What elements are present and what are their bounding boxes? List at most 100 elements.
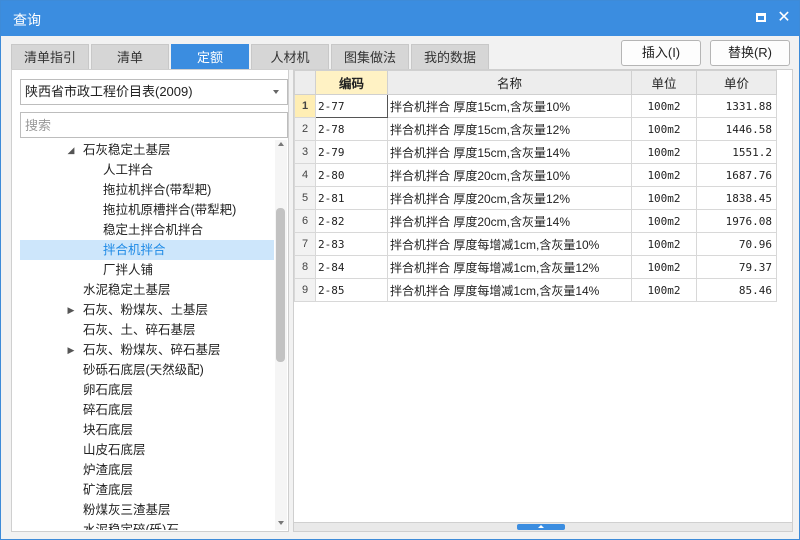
maximize-icon[interactable]: [753, 10, 769, 26]
table-row[interactable]: 4 2-80 拌合机拌合 厚度20cm,含灰量10% 100m2 1687.76: [294, 163, 777, 187]
price-cell[interactable]: 1331.88: [696, 94, 777, 118]
name-cell[interactable]: 拌合机拌合 厚度每增减1cm,含灰量10%: [387, 232, 632, 256]
tab-quota[interactable]: 定额: [171, 44, 249, 70]
tree-item[interactable]: 石灰、土、碎石基层: [20, 320, 274, 340]
tree-item[interactable]: ▶ 石灰、粉煤灰、土基层: [20, 300, 274, 320]
tree-item[interactable]: 碎石底层: [20, 400, 274, 420]
table-row[interactable]: 9 2-85 拌合机拌合 厚度每增减1cm,含灰量14% 100m2 85.46: [294, 278, 777, 302]
table-row[interactable]: 3 2-79 拌合机拌合 厚度15cm,含灰量14% 100m2 1551.2: [294, 140, 777, 164]
price-cell[interactable]: 85.46: [696, 278, 777, 302]
tree-item[interactable]: 块石底层: [20, 420, 274, 440]
unit-cell[interactable]: 100m2: [631, 117, 697, 141]
code-cell[interactable]: 2-84: [315, 255, 388, 279]
tree-scrollbar-thumb[interactable]: [276, 208, 285, 362]
tab-bill-guide[interactable]: 清单指引: [11, 44, 89, 70]
tree-item[interactable]: 厂拌人铺: [20, 260, 274, 280]
row-number-cell[interactable]: 6: [294, 209, 316, 233]
tab-atlas-method[interactable]: 图集做法: [331, 44, 409, 70]
name-cell[interactable]: 拌合机拌合 厚度15cm,含灰量10%: [387, 94, 632, 118]
tree-item[interactable]: 稳定土拌合机拌合: [20, 220, 274, 240]
tree-item[interactable]: 拖拉机原槽拌合(带犁耙): [20, 200, 274, 220]
tree-item[interactable]: 山皮石底层: [20, 440, 274, 460]
code-cell[interactable]: 2-80: [315, 163, 388, 187]
table-row[interactable]: 5 2-81 拌合机拌合 厚度20cm,含灰量12% 100m2 1838.45: [294, 186, 777, 210]
name-cell[interactable]: 拌合机拌合 厚度15cm,含灰量12%: [387, 117, 632, 141]
collapse-grip-icon[interactable]: [517, 524, 565, 530]
name-cell[interactable]: 拌合机拌合 厚度20cm,含灰量14%: [387, 209, 632, 233]
name-cell[interactable]: 拌合机拌合 厚度每增减1cm,含灰量14%: [387, 278, 632, 302]
tree-item[interactable]: 粉煤灰三渣基层: [20, 500, 274, 520]
code-cell[interactable]: 2-85: [315, 278, 388, 302]
table-row[interactable]: 7 2-83 拌合机拌合 厚度每增减1cm,含灰量10% 100m2 70.96: [294, 232, 777, 256]
title-bar[interactable]: 查询 ✕: [1, 1, 799, 36]
name-cell[interactable]: 拌合机拌合 厚度每增减1cm,含灰量12%: [387, 255, 632, 279]
collapsed-arrow-icon[interactable]: ▶: [66, 300, 76, 320]
unit-cell[interactable]: 100m2: [631, 140, 697, 164]
table-row[interactable]: 1 2-77 拌合机拌合 厚度15cm,含灰量10% 100m2 1331.88: [294, 94, 777, 118]
tab-bill[interactable]: 清单: [91, 44, 169, 70]
price-cell[interactable]: 1446.58: [696, 117, 777, 141]
price-cell[interactable]: 70.96: [696, 232, 777, 256]
code-cell[interactable]: 2-81: [315, 186, 388, 210]
code-cell[interactable]: 2-79: [315, 140, 388, 164]
tab-my-data[interactable]: 我的数据: [411, 44, 489, 70]
row-number-cell[interactable]: 3: [294, 140, 316, 164]
table-row[interactable]: 8 2-84 拌合机拌合 厚度每增减1cm,含灰量12% 100m2 79.37: [294, 255, 777, 279]
tree-item[interactable]: ◢ 石灰稳定土基层: [20, 140, 274, 160]
name-cell[interactable]: 拌合机拌合 厚度20cm,含灰量10%: [387, 163, 632, 187]
tree-item[interactable]: 水泥稳定土基层: [20, 280, 274, 300]
unit-cell[interactable]: 100m2: [631, 94, 697, 118]
row-number-cell[interactable]: 9: [294, 278, 316, 302]
row-number-cell[interactable]: 7: [294, 232, 316, 256]
name-cell[interactable]: 拌合机拌合 厚度20cm,含灰量12%: [387, 186, 632, 210]
tree-item[interactable]: 拌合机拌合: [20, 240, 274, 260]
table-row[interactable]: 2 2-78 拌合机拌合 厚度15cm,含灰量12% 100m2 1446.58: [294, 117, 777, 141]
close-icon[interactable]: ✕: [776, 10, 792, 26]
tab-labor-material-machine[interactable]: 人材机: [251, 44, 329, 70]
grid-horizontal-scrollbar[interactable]: [294, 522, 792, 531]
unit-cell[interactable]: 100m2: [631, 232, 697, 256]
tree-item[interactable]: 炉渣底层: [20, 460, 274, 480]
header-price[interactable]: 单价: [696, 70, 777, 95]
price-cell[interactable]: 79.37: [696, 255, 777, 279]
price-cell[interactable]: 1687.76: [696, 163, 777, 187]
code-cell[interactable]: 2-78: [315, 117, 388, 141]
tree-item[interactable]: 砂砾石底层(天然级配): [20, 360, 274, 380]
name-cell[interactable]: 拌合机拌合 厚度15cm,含灰量14%: [387, 140, 632, 164]
row-number-cell[interactable]: 5: [294, 186, 316, 210]
tree-item[interactable]: ▶ 石灰、粉煤灰、碎石基层: [20, 340, 274, 360]
insert-button[interactable]: 插入(I): [621, 40, 701, 66]
row-number-cell[interactable]: 4: [294, 163, 316, 187]
code-cell[interactable]: 2-83: [315, 232, 388, 256]
tree-item[interactable]: 人工拌合: [20, 160, 274, 180]
code-cell[interactable]: 2-82: [315, 209, 388, 233]
unit-cell[interactable]: 100m2: [631, 278, 697, 302]
price-cell[interactable]: 1976.08: [696, 209, 777, 233]
unit-cell[interactable]: 100m2: [631, 186, 697, 210]
scroll-up-icon[interactable]: [278, 142, 284, 146]
header-code[interactable]: 编码: [315, 70, 388, 95]
unit-cell[interactable]: 100m2: [631, 163, 697, 187]
expanded-arrow-icon[interactable]: ◢: [66, 140, 76, 160]
unit-cell[interactable]: 100m2: [631, 209, 697, 233]
code-cell[interactable]: 2-77: [315, 94, 388, 118]
price-table-select[interactable]: 陕西省市政工程价目表(2009): [20, 79, 288, 105]
tree-item[interactable]: 卵石底层: [20, 380, 274, 400]
resize-grip-icon[interactable]: [791, 531, 799, 539]
tree-item[interactable]: 水泥稳定碎(砾)石: [20, 520, 274, 530]
header-name[interactable]: 名称: [387, 70, 632, 95]
collapsed-arrow-icon[interactable]: ▶: [66, 340, 76, 360]
scroll-down-icon[interactable]: [278, 521, 284, 525]
tree-item[interactable]: 拖拉机拌合(带犁耙): [20, 180, 274, 200]
table-row[interactable]: 6 2-82 拌合机拌合 厚度20cm,含灰量14% 100m2 1976.08: [294, 209, 777, 233]
row-number-cell[interactable]: 2: [294, 117, 316, 141]
search-input[interactable]: [20, 112, 288, 138]
tree-item[interactable]: 矿渣底层: [20, 480, 274, 500]
price-cell[interactable]: 1838.45: [696, 186, 777, 210]
replace-button[interactable]: 替换(R): [710, 40, 790, 66]
price-cell[interactable]: 1551.2: [696, 140, 777, 164]
unit-cell[interactable]: 100m2: [631, 255, 697, 279]
row-number-cell[interactable]: 1: [294, 94, 316, 118]
row-number-cell[interactable]: 8: [294, 255, 316, 279]
header-unit[interactable]: 单位: [631, 70, 697, 95]
